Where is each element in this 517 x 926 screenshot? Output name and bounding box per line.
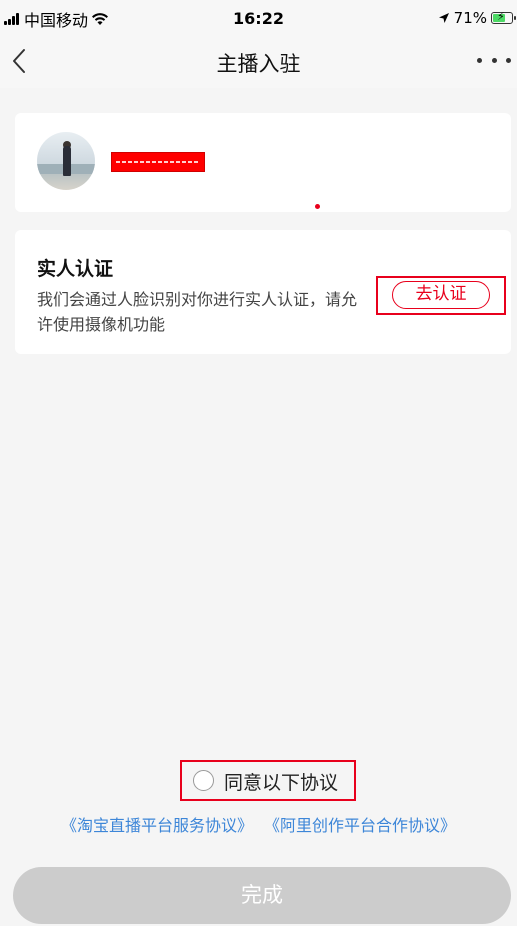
indicator-dot: [315, 204, 320, 209]
highlight-frame-agreement: 同意以下协议: [180, 760, 356, 801]
more-horizontal-icon: [477, 57, 482, 63]
verification-title: 实人认证: [37, 258, 114, 280]
link-ali-creator-cooperation-agreement[interactable]: 《阿里创作平台合作协议》: [264, 816, 456, 835]
verification-card: 实人认证 我们会通过人脸识别对你进行实人认证，请允许使用摄像机功能 去认证: [15, 230, 511, 354]
done-button[interactable]: 完成: [13, 867, 511, 924]
protocol-links: 《淘宝直播平台服务协议》 《阿里创作平台合作协议》: [0, 812, 517, 836]
profile-card: [15, 113, 511, 212]
more-button[interactable]: [477, 48, 511, 72]
status-right: 71% ⚡: [438, 9, 516, 27]
redacted-username: [111, 152, 205, 172]
verification-description: 我们会通过人脸识别对你进行实人认证，请允许使用摄像机功能: [37, 290, 358, 334]
go-verify-button[interactable]: 去认证: [392, 281, 490, 309]
agree-label[interactable]: 同意以下协议: [224, 768, 338, 795]
agree-radio[interactable]: [193, 770, 214, 791]
avatar: [37, 132, 95, 190]
location-arrow-icon: [438, 13, 449, 23]
highlight-frame-verify: 去认证: [376, 276, 506, 315]
status-bar: 中国移动 16:22 71% ⚡: [0, 0, 517, 36]
link-taobao-live-service-agreement[interactable]: 《淘宝直播平台服务协议》: [61, 816, 253, 835]
page-title: 主播入驻: [216, 52, 301, 76]
battery-percent: 71%: [453, 9, 487, 27]
nav-bar: 主播入驻: [0, 36, 517, 88]
battery-icon: ⚡: [491, 10, 516, 24]
